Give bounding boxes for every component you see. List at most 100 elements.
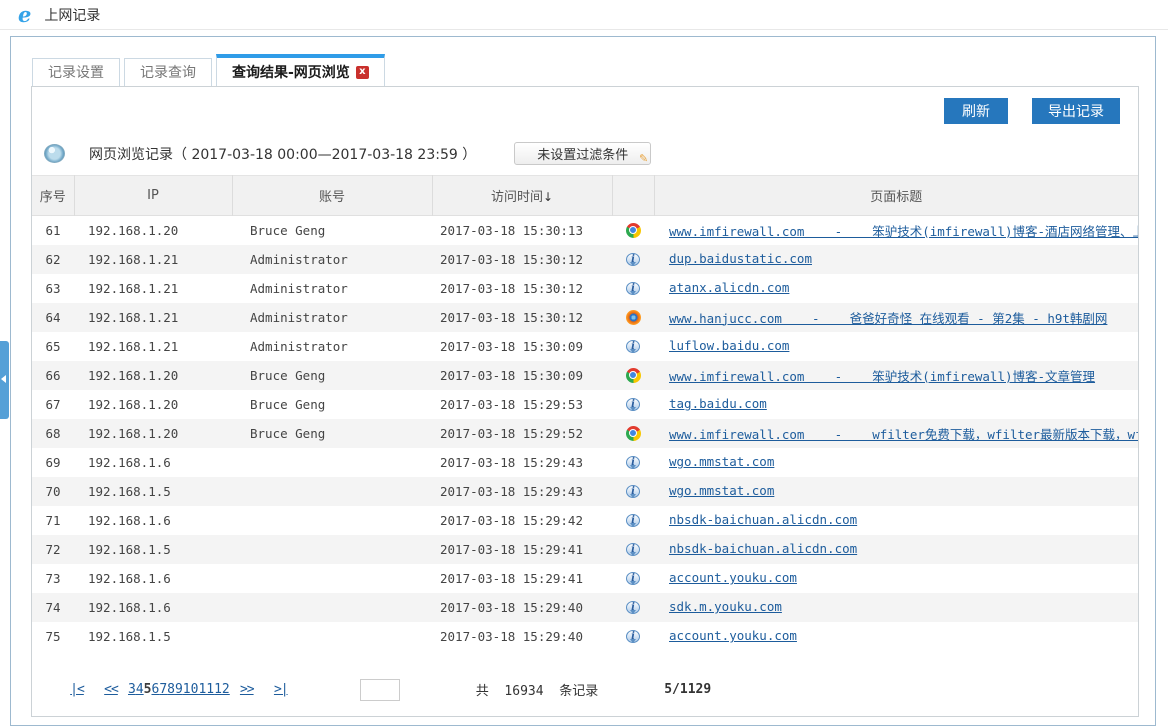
table-row[interactable]: 72 192.168.1.5 2017-03-18 15:29:41 nbsdk…: [32, 535, 1138, 564]
table-row[interactable]: 64 192.168.1.21 Administrator 2017-03-18…: [32, 303, 1138, 332]
page-title-link[interactable]: www.imfirewall.com - 笨驴技术(imfirewall)博客-…: [669, 224, 1138, 239]
row-visit-time: 2017-03-18 15:30:09: [432, 361, 612, 390]
sidebar-collapse-handle[interactable]: [0, 341, 9, 419]
row-index: 62: [32, 245, 74, 274]
page-link-9[interactable]: 9: [175, 682, 183, 697]
default-browser-favicon-icon: [626, 485, 640, 498]
row-visit-time: 2017-03-18 15:30:12: [432, 245, 612, 274]
page-title-link[interactable]: www.imfirewall.com - 笨驴技术(imfirewall)博客-…: [669, 369, 1095, 384]
page-title: 上网记录: [44, 5, 100, 25]
tab-bar: 记录设置 记录查询 查询结果-网页浏览 x: [11, 37, 1155, 87]
default-browser-favicon-icon: [626, 543, 640, 556]
row-account: Bruce Geng: [232, 216, 432, 245]
main-panel: 记录设置 记录查询 查询结果-网页浏览 x 刷新 导出记录 网页浏览记录（ 20…: [10, 36, 1156, 726]
default-browser-favicon-icon: [626, 398, 640, 411]
row-index: 71: [32, 506, 74, 535]
row-ip: 192.168.1.21: [74, 303, 232, 332]
page-link-4[interactable]: 4: [136, 682, 144, 697]
table-row[interactable]: 67 192.168.1.20 Bruce Geng 2017-03-18 15…: [32, 390, 1138, 419]
refresh-button[interactable]: 刷新: [944, 98, 1008, 124]
pagination: |< << 3456789101112 >> >| 共 16934 条记录 5/…: [60, 679, 1138, 701]
row-ip: 192.168.1.21: [74, 274, 232, 303]
pagination-links: |< << 3456789101112 >> >|: [60, 682, 298, 697]
page-link-12[interactable]: 12: [214, 682, 230, 697]
row-account: Bruce Geng: [232, 361, 432, 390]
close-icon[interactable]: x: [356, 66, 369, 79]
tab-label: 记录设置: [48, 65, 104, 81]
first-page-button[interactable]: |<: [60, 682, 94, 697]
last-page-button[interactable]: >|: [264, 682, 298, 697]
page-title-link[interactable]: dup.baidustatic.com: [669, 251, 812, 266]
table-row[interactable]: 75 192.168.1.5 2017-03-18 15:29:40 accou…: [32, 622, 1138, 651]
row-account: [232, 535, 432, 564]
page-link-7[interactable]: 7: [159, 682, 167, 697]
default-browser-favicon-icon: [626, 630, 640, 643]
default-browser-favicon-icon: [626, 601, 640, 614]
row-ip: 192.168.1.5: [74, 535, 232, 564]
page-jump-input[interactable]: [360, 679, 400, 701]
default-browser-favicon-icon: [626, 253, 640, 266]
ie-logo-icon: e: [18, 4, 30, 25]
row-account: [232, 477, 432, 506]
default-browser-favicon-icon: [626, 282, 640, 295]
page-title-link[interactable]: wgo.mmstat.com: [669, 483, 774, 498]
table-row[interactable]: 62 192.168.1.21 Administrator 2017-03-18…: [32, 245, 1138, 274]
page-link-8[interactable]: 8: [167, 682, 175, 697]
filter-button-label: 未设置过滤条件: [537, 148, 628, 163]
page-title-link[interactable]: nbsdk-baichuan.alicdn.com: [669, 541, 857, 556]
table-row[interactable]: 65 192.168.1.21 Administrator 2017-03-18…: [32, 332, 1138, 361]
prev-page-button[interactable]: <<: [94, 682, 128, 697]
table-row[interactable]: 71 192.168.1.6 2017-03-18 15:29:42 nbsdk…: [32, 506, 1138, 535]
page-title-link[interactable]: wgo.mmstat.com: [669, 454, 774, 469]
row-account: Administrator: [232, 245, 432, 274]
table-row[interactable]: 66 192.168.1.20 Bruce Geng 2017-03-18 15…: [32, 361, 1138, 390]
table-row[interactable]: 63 192.168.1.21 Administrator 2017-03-18…: [32, 274, 1138, 303]
table-row[interactable]: 69 192.168.1.6 2017-03-18 15:29:43 wgo.m…: [32, 448, 1138, 477]
col-visit-time[interactable]: 访问时间↓: [432, 176, 612, 216]
row-ip: 192.168.1.21: [74, 245, 232, 274]
row-account: [232, 622, 432, 651]
row-index: 70: [32, 477, 74, 506]
tab-query-result-web-browsing[interactable]: 查询结果-网页浏览 x: [216, 54, 385, 88]
page-title-link[interactable]: sdk.m.youku.com: [669, 599, 782, 614]
row-visit-time: 2017-03-18 15:29:40: [432, 622, 612, 651]
default-browser-favicon-icon: [626, 572, 640, 585]
default-browser-favicon-icon: [626, 456, 640, 469]
page-title-link[interactable]: www.hanjucc.com - 爸爸好奇怪 在线观看 - 第2集 - h9t…: [669, 311, 1107, 326]
table-row[interactable]: 73 192.168.1.6 2017-03-18 15:29:41 accou…: [32, 564, 1138, 593]
table-row[interactable]: 68 192.168.1.20 Bruce Geng 2017-03-18 15…: [32, 419, 1138, 448]
tab-record-settings[interactable]: 记录设置: [32, 58, 120, 88]
row-ip: 192.168.1.6: [74, 593, 232, 622]
tab-record-query[interactable]: 记录查询: [124, 58, 212, 88]
page-title-link[interactable]: luflow.baidu.com: [669, 338, 789, 353]
page-title-link[interactable]: atanx.alicdn.com: [669, 280, 789, 295]
page-title-link[interactable]: www.imfirewall.com - wfilter免费下载，wfilter…: [669, 427, 1138, 442]
row-index: 64: [32, 303, 74, 332]
table-row[interactable]: 61 192.168.1.20 Bruce Geng 2017-03-18 15…: [32, 216, 1138, 245]
col-favicon: [612, 176, 654, 216]
total-records-text: 共 16934 条记录: [476, 680, 598, 699]
page-title-link[interactable]: tag.baidu.com: [669, 396, 767, 411]
row-visit-time: 2017-03-18 15:29:52: [432, 419, 612, 448]
row-index: 68: [32, 419, 74, 448]
page-title-link[interactable]: account.youku.com: [669, 570, 797, 585]
page-link-10[interactable]: 10: [183, 682, 199, 697]
filter-condition-button[interactable]: 未设置过滤条件 ✎: [514, 142, 651, 165]
export-records-button[interactable]: 导出记录: [1032, 98, 1120, 124]
table-row[interactable]: 74 192.168.1.6 2017-03-18 15:29:40 sdk.m…: [32, 593, 1138, 622]
subheader: 网页浏览记录（ 2017-03-18 00:00—2017-03-18 23:5…: [44, 142, 1138, 165]
table-row[interactable]: 70 192.168.1.5 2017-03-18 15:29:43 wgo.m…: [32, 477, 1138, 506]
row-ip: 192.168.1.20: [74, 419, 232, 448]
page-link-11[interactable]: 11: [198, 682, 214, 697]
next-page-button[interactable]: >>: [230, 682, 264, 697]
row-visit-time: 2017-03-18 15:30:13: [432, 216, 612, 245]
tab-label: 记录查询: [140, 65, 196, 81]
col-ip: IP: [74, 176, 232, 216]
row-visit-time: 2017-03-18 15:30:09: [432, 332, 612, 361]
page-link-3[interactable]: 3: [128, 682, 136, 697]
page-title-link[interactable]: account.youku.com: [669, 628, 797, 643]
row-account: [232, 448, 432, 477]
page-title-link[interactable]: nbsdk-baichuan.alicdn.com: [669, 512, 857, 527]
globe-icon: [44, 144, 65, 163]
row-visit-time: 2017-03-18 15:29:41: [432, 564, 612, 593]
